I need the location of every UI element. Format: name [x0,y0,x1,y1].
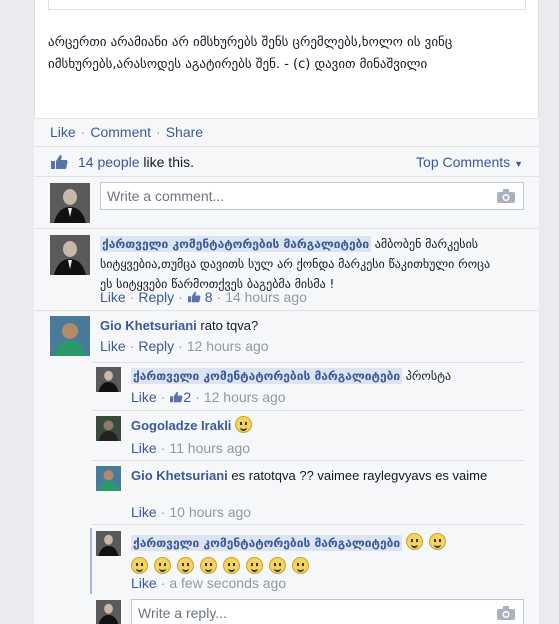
reply-author[interactable]: Gogoladze Irakli [131,418,231,433]
avatar [50,235,90,275]
post-top-border [48,0,526,10]
like-link[interactable]: Like [131,504,157,520]
like-link[interactable]: Like [100,338,126,354]
avatar [50,316,90,356]
avatar [96,531,121,556]
smile-emoticon-icon [405,533,423,550]
reply: Gio Khetsuriani es ratotqva ?? vaimee ra… [131,466,501,485]
smile-emoticon-icon [177,557,194,574]
smile-emoticon-icon [131,557,148,574]
share-link[interactable]: Share [166,124,203,140]
reply-author[interactable]: ქართველი კომენტატორების მარგალიტები [131,535,403,551]
post-actions: Like · Comment · Share [50,124,204,140]
likers-link[interactable]: 14 people [78,154,140,170]
new-reply-highlight [90,528,92,594]
comment-meta: Like · Reply · 8 · 14 hours ago [100,289,307,305]
camera-icon[interactable] [497,189,515,203]
reply-link[interactable]: Reply [138,338,174,354]
likes-summary: 14 people like this. [50,154,194,170]
timestamp[interactable]: 12 hours ago [187,338,269,354]
comment: Gio Khetsuriani rato tqva? [100,316,258,335]
divider [34,310,539,311]
like-link[interactable]: Like [100,289,126,305]
timestamp[interactable]: a few seconds ago [169,575,286,591]
like-link[interactable]: Like [131,575,157,591]
comment-link[interactable]: Comment [90,124,151,140]
top-comments-dropdown[interactable]: Top Comments ▼ [416,154,523,170]
comment-author[interactable]: Gio Khetsuriani [100,318,197,333]
smile-emoticon-icon [154,557,171,574]
avatar [50,183,90,223]
reply: ქართველი კომენტატორების მარგალიტები [131,531,511,579]
smile-emoticon-icon [235,416,253,433]
reply-link[interactable]: Reply [138,289,174,305]
timestamp[interactable]: 10 hours ago [169,504,251,520]
thumbs-up-icon [51,155,68,169]
post-text: არცერთი არამიანი არ იმსხურებს შენს ცრემლ… [48,35,453,72]
likes-suffix: like this. [139,154,194,170]
timestamp[interactable]: 12 hours ago [204,389,286,405]
avatar [96,600,121,624]
divider [92,460,524,461]
reply-meta: Like · a few seconds ago [131,575,287,591]
smile-emoticon-icon [428,533,446,550]
reply: ქართველი კომენტატორების მარგალიტები პროს… [131,366,451,386]
like-count[interactable]: 8 [205,289,213,305]
timestamp[interactable]: 11 hours ago [169,440,250,456]
comment-text: rato tqva? [200,318,259,333]
comment-meta: Like · Reply · 12 hours ago [100,338,269,354]
like-link[interactable]: Like [50,124,76,140]
comment-author[interactable]: ქართველი კომენტატორების მარგალიტები [100,236,372,252]
divider [34,228,539,229]
divider [34,176,539,177]
avatar [96,466,121,491]
reply-text: es ratotqva ?? vaimee raylegvyavs es vai… [231,468,488,483]
avatar [96,416,121,441]
divider [34,146,539,147]
reply-meta: Like · 11 hours ago [131,440,251,456]
smile-emoticon-icon [269,557,286,574]
comment-input[interactable]: Write a comment... [100,182,524,210]
divider [92,524,524,525]
divider [92,410,524,411]
reply-meta: Like · 10 hours ago [131,504,252,520]
reply: Gogoladze Irakli [131,416,258,435]
thumbs-up-icon [187,291,201,303]
camera-icon[interactable] [497,606,515,620]
reply-text: პროსტა [405,369,452,383]
avatar [96,367,121,392]
reply-input[interactable]: Write a reply... [131,599,524,624]
reply-author[interactable]: Gio Khetsuriani [131,468,228,483]
top-comments-label: Top Comments [416,154,511,170]
like-link[interactable]: Like [131,440,157,456]
smile-emoticon-icon [292,557,309,574]
reply-author[interactable]: ქართველი კომენტატორების მარგალიტები [131,368,403,384]
smile-emoticon-icon [223,557,240,574]
timestamp[interactable]: 14 hours ago [225,289,307,305]
like-count[interactable]: 2 [183,389,191,405]
comment: ქართველი კომენტატორების მარგალიტები ამბო… [100,234,500,294]
divider [92,362,524,363]
like-link[interactable]: Like [131,389,157,405]
reply-meta: Like · 2 · 12 hours ago [131,389,286,405]
smile-emoticon-icon [200,557,217,574]
chevron-down-icon: ▼ [514,159,523,169]
smile-emoticon-icon [246,557,263,574]
thumbs-up-icon [170,391,183,403]
